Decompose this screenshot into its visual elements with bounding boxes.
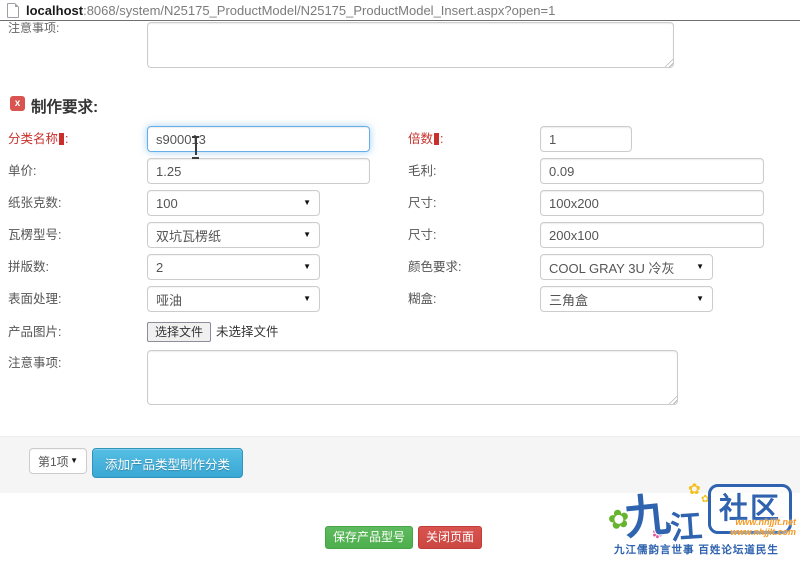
choose-file-button[interactable]: 选择文件 bbox=[147, 322, 211, 342]
add-category-button[interactable]: 添加产品类型制作分类 bbox=[92, 448, 243, 478]
watermark-tagline: 九江儒韵言世事 百姓论坛道民生 bbox=[614, 542, 779, 557]
label-multiplier: 倍数: bbox=[408, 126, 444, 152]
item-number-select[interactable]: 第1项▼ bbox=[29, 448, 87, 474]
glue-box-select[interactable]: 三角盒▼ bbox=[540, 286, 713, 312]
multiplier-input[interactable] bbox=[540, 126, 632, 152]
label-imposition-count: 拼版数: bbox=[8, 254, 49, 280]
label-notes: 注意事项: bbox=[8, 350, 61, 376]
label-category-name: 分类名称: bbox=[8, 126, 69, 152]
label-unit-price: 单价: bbox=[8, 158, 36, 184]
chevron-down-icon: ▼ bbox=[696, 263, 704, 271]
watermark-url-1: www.nhjjlt.net bbox=[735, 517, 796, 527]
save-product-model-button[interactable]: 保存产品型号 bbox=[325, 526, 413, 549]
flower-icon: ✿ bbox=[701, 494, 709, 505]
chevron-down-icon: ▼ bbox=[696, 295, 704, 303]
size-1-input[interactable] bbox=[540, 190, 764, 216]
url-host: localhost bbox=[26, 3, 83, 18]
unit-price-input[interactable] bbox=[147, 158, 370, 184]
gross-profit-input[interactable] bbox=[540, 158, 764, 184]
label-surface-finish: 表面处理: bbox=[8, 286, 61, 312]
chevron-down-icon: ▼ bbox=[70, 457, 78, 465]
required-marker bbox=[59, 133, 64, 145]
paper-weight-select[interactable]: 100▼ bbox=[147, 190, 320, 216]
close-page-button[interactable]: 关闭页面 bbox=[418, 526, 482, 549]
label-paper-weight: 纸张克数: bbox=[8, 190, 61, 216]
label-product-image: 产品图片: bbox=[8, 319, 61, 345]
watermark-char-jiang: 江 bbox=[668, 501, 703, 549]
flower-icon: ✿ bbox=[605, 502, 633, 537]
corrugated-type-select[interactable]: 双坑瓦楞纸▼ bbox=[147, 222, 320, 248]
label-gross-profit: 毛利: bbox=[408, 158, 436, 184]
chevron-down-icon: ▼ bbox=[303, 199, 311, 207]
flower-icon: ✽ bbox=[652, 526, 663, 542]
url-text[interactable]: localhost:8068/system/N25175_ProductMode… bbox=[26, 3, 555, 18]
document-icon bbox=[7, 3, 19, 18]
section-title: 制作要求: bbox=[31, 95, 98, 117]
category-name-input[interactable] bbox=[147, 126, 370, 152]
address-bar[interactable]: localhost:8068/system/N25175_ProductMode… bbox=[0, 0, 800, 21]
chevron-down-icon: ▼ bbox=[303, 263, 311, 271]
prev-notes-label: 注意事项: bbox=[8, 22, 88, 33]
chevron-down-icon: ▼ bbox=[303, 231, 311, 239]
required-marker bbox=[434, 133, 439, 145]
watermark-url-2: www.nhjjlt.com bbox=[730, 527, 796, 537]
size-2-input[interactable] bbox=[540, 222, 764, 248]
url-path: :8068/system/N25175_ProductModel/N25175_… bbox=[83, 3, 555, 18]
label-size-2: 尺寸: bbox=[408, 222, 436, 248]
color-requirement-select[interactable]: COOL GRAY 3U 冷灰▼ bbox=[540, 254, 713, 280]
label-corrugated-type: 瓦楞型号: bbox=[8, 222, 61, 248]
site-watermark: ✿ ✽ ✿ ✿ 九 江 社区 www.nhjjlt.net www.nhjjlt… bbox=[612, 482, 800, 563]
prev-notes-textarea[interactable] bbox=[147, 22, 674, 68]
notes-textarea[interactable] bbox=[147, 350, 678, 405]
label-color-requirement: 颜色要求: bbox=[408, 254, 461, 280]
surface-finish-select[interactable]: 哑油▼ bbox=[147, 286, 320, 312]
section-collapse-icon[interactable]: x bbox=[10, 96, 25, 111]
file-status-text: 未选择文件 bbox=[216, 322, 279, 342]
label-glue-box: 糊盒: bbox=[408, 286, 436, 312]
page: localhost:8068/system/N25175_ProductMode… bbox=[0, 0, 800, 563]
label-size-1: 尺寸: bbox=[408, 190, 436, 216]
chevron-down-icon: ▼ bbox=[303, 295, 311, 303]
imposition-count-select[interactable]: 2▼ bbox=[147, 254, 320, 280]
